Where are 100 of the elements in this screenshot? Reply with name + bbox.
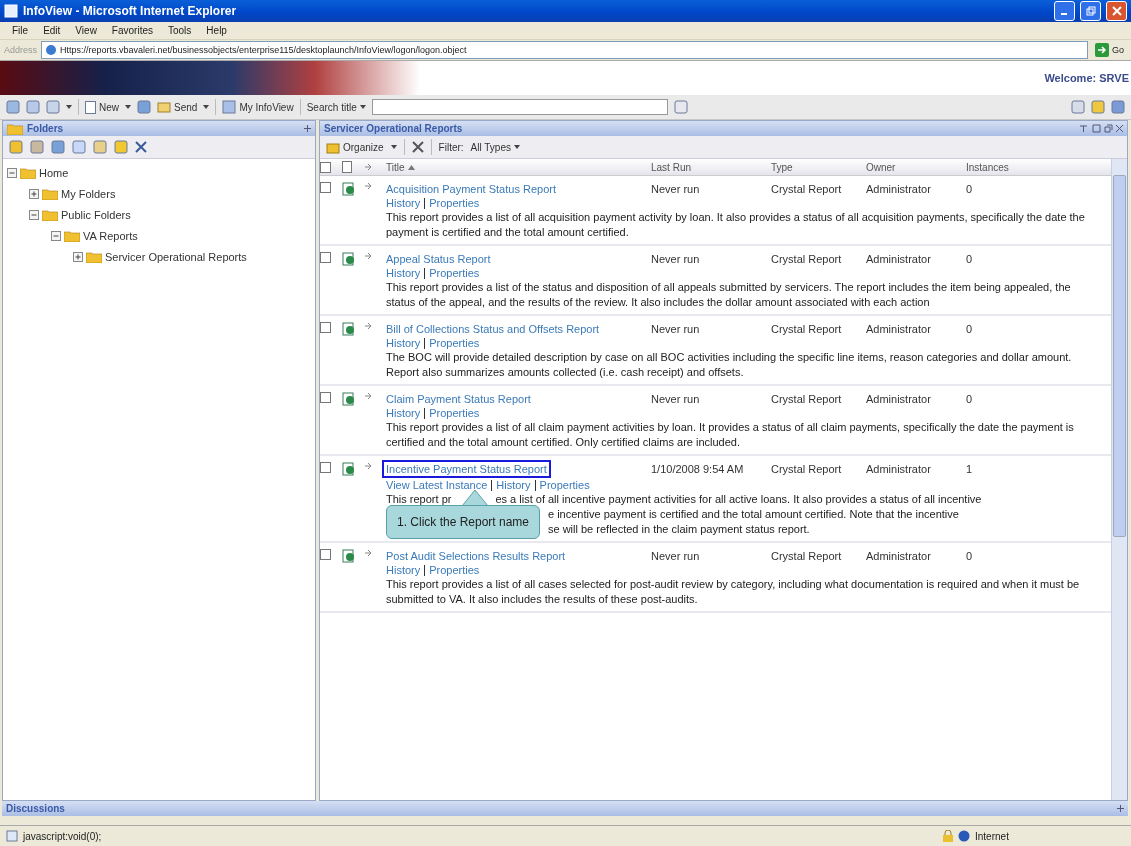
report-icon[interactable] bbox=[342, 252, 356, 266]
arrow-icon[interactable] bbox=[364, 392, 372, 400]
my-infoview-button[interactable]: My InfoView bbox=[222, 100, 294, 114]
tree-item[interactable]: Public Folders bbox=[61, 208, 131, 221]
arrow-icon[interactable] bbox=[364, 163, 372, 171]
menu-item[interactable]: Favorites bbox=[111, 25, 153, 36]
column-header[interactable]: Last Run bbox=[651, 161, 771, 173]
report-icon[interactable] bbox=[342, 392, 356, 406]
new-button[interactable]: New bbox=[85, 100, 119, 114]
menu-item[interactable]: Tools bbox=[168, 25, 192, 36]
collapse-toggle[interactable] bbox=[51, 230, 61, 241]
address-text: Https://reports.vbavaleri.net/businessobjects/enterprise115/desktoplaunch/InfoView/logon/logon.object bbox=[60, 45, 467, 55]
caret-icon[interactable] bbox=[203, 105, 210, 109]
report-title-link[interactable]: Incentive Payment Status Report bbox=[382, 460, 551, 478]
checkbox[interactable] bbox=[320, 392, 331, 403]
delete-icon[interactable] bbox=[135, 141, 147, 153]
search-title-dropdown[interactable]: Search title bbox=[306, 101, 366, 113]
report-title-link[interactable]: Appeal Status Report bbox=[386, 252, 491, 266]
menu-item[interactable]: Edit bbox=[43, 25, 61, 36]
caret-icon[interactable] bbox=[125, 105, 131, 109]
column-header[interactable]: Title bbox=[386, 161, 651, 173]
report-action-link[interactable]: History bbox=[496, 478, 531, 492]
column-header[interactable]: Instances bbox=[966, 161, 1111, 173]
pin-icon[interactable] bbox=[304, 125, 311, 132]
report-icon[interactable] bbox=[342, 462, 356, 476]
checkbox[interactable] bbox=[320, 252, 331, 263]
folder-icon bbox=[86, 250, 102, 263]
send-button[interactable]: Send bbox=[157, 100, 198, 114]
go-button[interactable]: Go bbox=[1092, 43, 1127, 57]
report-title-link[interactable]: Bill of Collections Status and Offsets Report bbox=[386, 322, 600, 336]
organize-button[interactable]: Organize bbox=[326, 140, 384, 154]
arrow-icon[interactable] bbox=[364, 182, 372, 190]
menu-item[interactable]: File bbox=[12, 25, 29, 36]
report-title-link[interactable]: Claim Payment Status Report bbox=[386, 392, 531, 406]
checkbox[interactable] bbox=[320, 182, 331, 193]
column-header[interactable]: Owner bbox=[866, 161, 966, 173]
restore-button[interactable] bbox=[1080, 1, 1101, 21]
report-icon[interactable] bbox=[342, 322, 356, 336]
checkbox[interactable] bbox=[320, 549, 331, 560]
report-action-link[interactable]: Properties bbox=[429, 563, 480, 577]
report-title-link[interactable]: Post Audit Selections Results Report bbox=[386, 549, 566, 563]
report-title-link[interactable]: Acquisition Payment Status Report bbox=[386, 182, 556, 196]
report-description: e incentive payment is certified and the total amount certified. Note that the incentive bbox=[548, 507, 959, 522]
scrollbar[interactable] bbox=[1111, 159, 1127, 800]
report-icon[interactable] bbox=[342, 182, 356, 196]
column-header[interactable]: Type bbox=[771, 161, 866, 173]
last-run-cell-text: Never run bbox=[651, 252, 701, 266]
arrow-icon[interactable] bbox=[364, 462, 372, 470]
panel-controls-icon[interactable] bbox=[1079, 124, 1123, 133]
report-action-link[interactable]: History bbox=[386, 336, 421, 350]
expand-toggle[interactable] bbox=[73, 251, 83, 262]
owner-cell-text: Administrator bbox=[866, 392, 932, 406]
filter-label: Filter: bbox=[438, 141, 464, 153]
caret-icon[interactable] bbox=[66, 105, 72, 109]
search-field[interactable] bbox=[371, 99, 668, 115]
filter-dropdown[interactable]: All Types bbox=[470, 141, 520, 153]
expand-toggle[interactable] bbox=[29, 188, 39, 199]
caret-icon[interactable] bbox=[513, 145, 520, 149]
checkbox[interactable] bbox=[320, 462, 331, 473]
report-description: This report provides a list of the status and disposition of all appeals submitted by servicers. The report includes the item being appealed, the status of the appeal, and the results of the review. It also includes the dollar amount associated with each action bbox=[386, 280, 1072, 310]
report-action-link[interactable]: Properties bbox=[429, 406, 480, 420]
tree-item[interactable]: Servicer Operational Reports bbox=[105, 250, 247, 263]
arrow-icon[interactable] bbox=[364, 252, 372, 260]
menu-item[interactable]: Help bbox=[206, 25, 227, 36]
checkbox[interactable] bbox=[320, 161, 331, 173]
report-action-link[interactable]: Properties bbox=[539, 478, 590, 492]
collapse-toggle[interactable] bbox=[29, 209, 39, 220]
minimize-button[interactable] bbox=[1054, 1, 1075, 21]
report-action-link[interactable]: History bbox=[386, 196, 421, 210]
menu-item[interactable]: View bbox=[75, 25, 97, 36]
last-run-cell-text: Never run bbox=[651, 322, 701, 336]
caret-icon[interactable] bbox=[390, 145, 397, 149]
report-description: The BOC will provide detailed description by case on all BOC activities including the specific line items, reason categories and dollar amount. Report also summarizes amounts collected (i.e. cash receipt) and offsets. bbox=[386, 350, 1073, 380]
tree-item[interactable]: Home bbox=[39, 166, 69, 179]
caret-icon[interactable] bbox=[359, 105, 366, 109]
arrow-icon[interactable] bbox=[364, 322, 372, 330]
tree-item[interactable]: My Folders bbox=[61, 187, 116, 200]
arrow-icon[interactable] bbox=[364, 549, 372, 557]
folder-icon bbox=[42, 187, 58, 200]
report-icon[interactable] bbox=[342, 549, 356, 563]
checkbox[interactable] bbox=[320, 322, 331, 333]
instances-cell-text: 0 bbox=[966, 392, 974, 406]
discussions-bar[interactable]: Discussions bbox=[2, 801, 1128, 816]
close-icon bbox=[1111, 6, 1122, 16]
close-button[interactable] bbox=[1106, 1, 1127, 21]
report-action-link[interactable]: History bbox=[386, 406, 421, 420]
collapse-toggle[interactable] bbox=[7, 167, 17, 178]
report-action-link[interactable]: View Latest Instance bbox=[386, 478, 488, 492]
tree-item[interactable]: VA Reports bbox=[83, 229, 138, 242]
type-cell-text: Crystal Report bbox=[771, 462, 843, 476]
report-action-link[interactable]: Properties bbox=[429, 266, 480, 280]
report-action-link[interactable]: History bbox=[386, 563, 421, 577]
welcome-text: Welcome: SRVE bbox=[1044, 72, 1130, 84]
address-field[interactable]: Https://reports.vbavaleri.net/businessobjects/enterprise115/desktoplaunch/InfoView/logon/logon.object bbox=[41, 41, 1088, 59]
report-action-link[interactable]: History bbox=[386, 266, 421, 280]
pin-icon[interactable] bbox=[1117, 805, 1124, 812]
report-action-link[interactable]: Properties bbox=[429, 196, 480, 210]
report-action-link[interactable]: Properties bbox=[429, 336, 480, 350]
restore-icon bbox=[1085, 6, 1096, 16]
delete-icon[interactable] bbox=[411, 141, 424, 153]
